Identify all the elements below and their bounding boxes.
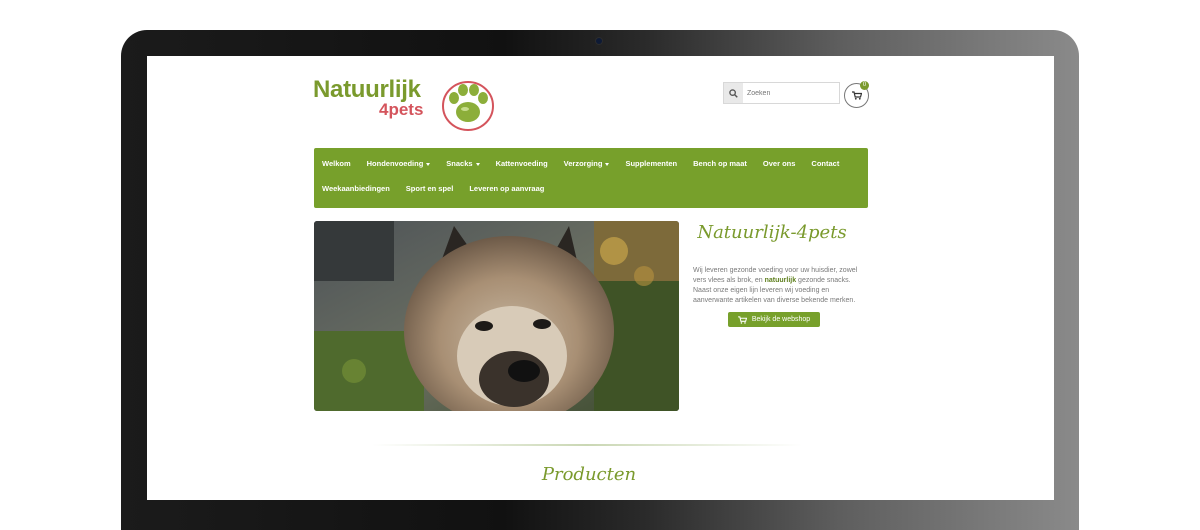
nav-item-label: Weekaanbiedingen	[322, 184, 390, 193]
cart-icon	[851, 91, 862, 100]
caret-down-icon	[426, 162, 431, 166]
nav-item-over-ons[interactable]: Over ons	[755, 152, 804, 176]
nav-item-label: Verzorging	[563, 159, 603, 168]
nav-item-weekaanbiedingen[interactable]: Weekaanbiedingen	[314, 177, 398, 201]
caret-down-icon	[605, 162, 610, 166]
caret-down-icon	[475, 162, 480, 166]
webshop-button-label: Bekijk de webshop	[751, 316, 811, 323]
section-divider	[372, 444, 802, 446]
hero-dog-photo	[314, 221, 679, 411]
nav-item-welkom[interactable]: Welkom	[314, 152, 359, 176]
nav-item-contact[interactable]: Contact	[803, 152, 847, 176]
nav-item-kattenvoeding[interactable]: Kattenvoeding	[488, 152, 556, 176]
products-heading: Producten	[541, 464, 637, 485]
nav-item-label: Bench op maat	[693, 159, 747, 168]
intro-paragraph: Wij leveren gezonde voeding voor uw huis…	[693, 266, 868, 306]
nav-item-label: Sport en spel	[405, 184, 454, 193]
website-screen: Natuurlijk 4pets 0	[147, 56, 1054, 500]
main-navigation: Welkom Hondenvoeding Snacks Kattenvoedin…	[314, 148, 868, 208]
nav-item-label: Hondenvoeding	[366, 159, 424, 168]
search-button[interactable]	[724, 83, 743, 103]
nav-item-supplementen[interactable]: Supplementen	[617, 152, 685, 176]
nav-item-label: Over ons	[762, 159, 796, 168]
nav-item-label: Leveren op aanvraag	[469, 184, 545, 193]
nav-item-hondenvoeding[interactable]: Hondenvoeding	[359, 152, 439, 176]
webshop-button[interactable]: Bekijk de webshop	[728, 312, 820, 327]
cart-count-badge: 0	[860, 81, 869, 90]
cart-icon	[737, 315, 747, 324]
search-input[interactable]	[744, 83, 842, 103]
nav-item-sport-en-spel[interactable]: Sport en spel	[398, 177, 462, 201]
intro-text-highlight[interactable]: natuurlijk	[765, 277, 797, 284]
search-box	[723, 82, 842, 104]
nav-item-label: Kattenvoeding	[495, 159, 548, 168]
search-icon	[729, 88, 738, 98]
nav-item-snacks[interactable]: Snacks	[438, 152, 487, 176]
nav-row-1: Welkom Hondenvoeding Snacks Kattenvoedin…	[314, 152, 847, 176]
site-logo[interactable]: Natuurlijk 4pets	[313, 76, 495, 134]
cart-button[interactable]: 0	[844, 81, 869, 108]
paw-logo-icon	[442, 81, 494, 131]
nav-item-label: Contact	[811, 159, 840, 168]
nav-item-label: Supplementen	[625, 159, 678, 168]
camera-dot	[596, 38, 602, 44]
nav-row-2: Weekaanbiedingen Sport en spel Leveren o…	[314, 177, 552, 201]
nav-item-label: Snacks	[446, 159, 473, 168]
nav-item-verzorging[interactable]: Verzorging	[556, 152, 618, 176]
nav-item-label: Welkom	[322, 159, 351, 168]
nav-item-bench-op-maat[interactable]: Bench op maat	[685, 152, 755, 176]
intro-title: Natuurlijk-4pets	[697, 222, 847, 243]
nav-item-leveren-op-aanvraag[interactable]: Leveren op aanvraag	[461, 177, 552, 201]
logo-subtitle: 4pets	[379, 100, 424, 119]
